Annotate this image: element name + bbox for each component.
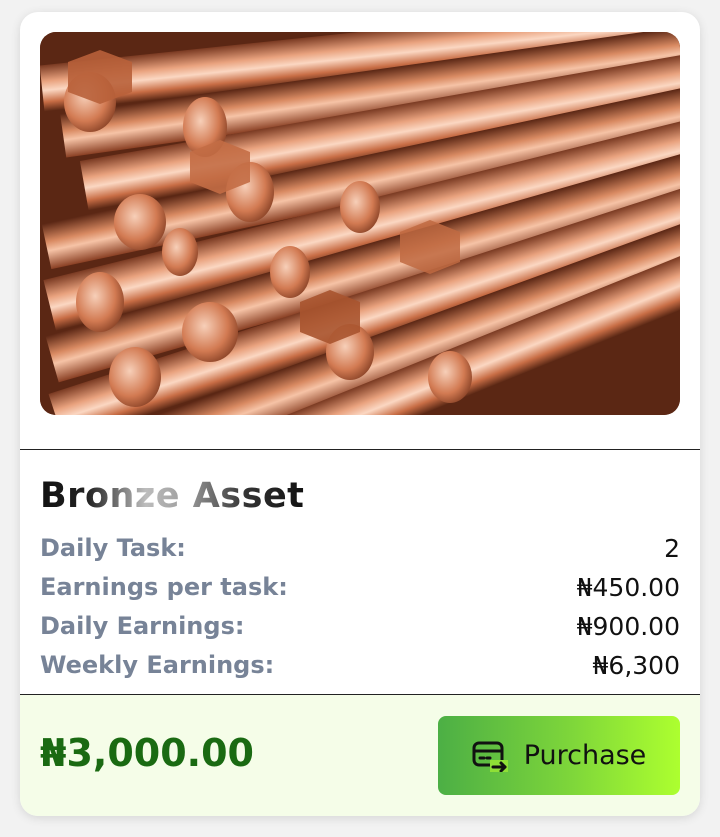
- purchase-button-label: Purchase: [523, 740, 647, 771]
- card-transfer-icon: [472, 740, 508, 772]
- detail-label: Weekly Earnings:: [40, 651, 275, 679]
- product-title: Bronze Asset: [40, 476, 305, 516]
- detail-value: ₦6,300: [592, 650, 680, 680]
- detail-label: Daily Earnings:: [40, 612, 245, 640]
- detail-row-weekly-earnings: Weekly Earnings: ₦6,300: [40, 648, 680, 682]
- detail-row-daily-task: Daily Task: 2: [40, 531, 680, 565]
- purchase-button[interactable]: Purchase: [438, 716, 680, 795]
- detail-row-earnings-per-task: Earnings per task: ₦450.00: [40, 570, 680, 604]
- detail-value: ₦900.00: [576, 611, 680, 641]
- card-footer: ₦3,000.00 Purchase: [20, 695, 700, 816]
- divider: [20, 449, 700, 450]
- detail-row-daily-earnings: Daily Earnings: ₦900.00: [40, 609, 680, 643]
- price-label: ₦3,000.00: [40, 731, 254, 775]
- detail-value: 2: [664, 533, 680, 563]
- detail-value: ₦450.00: [576, 572, 680, 602]
- detail-label: Daily Task:: [40, 534, 186, 562]
- detail-label: Earnings per task:: [40, 573, 288, 601]
- product-image: [40, 32, 680, 415]
- product-card: Bronze Asset Daily Task: 2 Earnings per …: [20, 12, 700, 816]
